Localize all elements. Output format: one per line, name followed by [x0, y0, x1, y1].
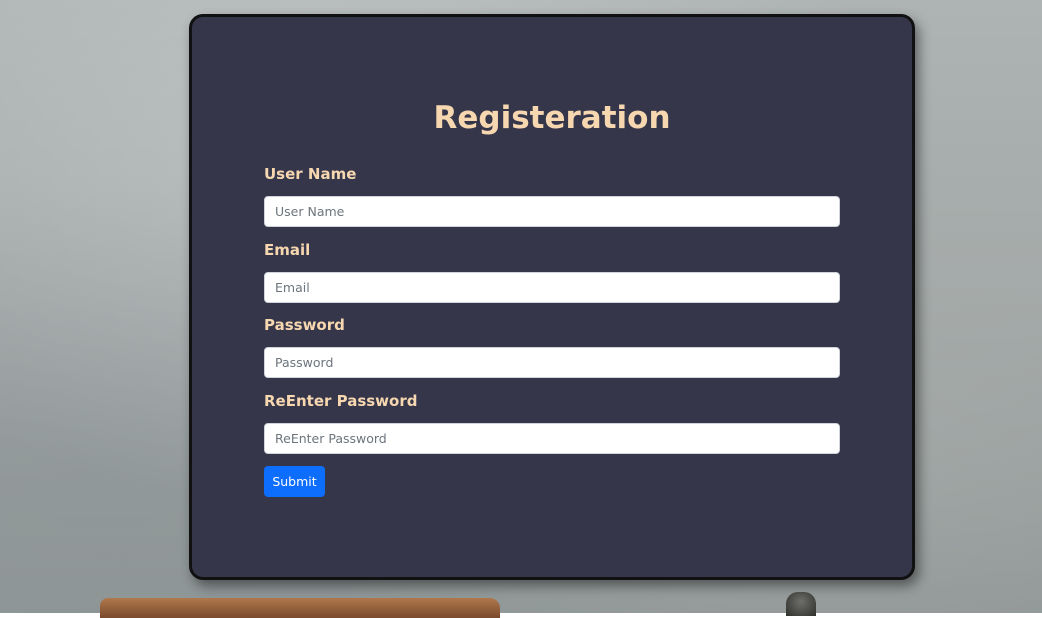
- email-label: Email: [264, 241, 310, 259]
- username-input[interactable]: [264, 196, 840, 227]
- password-input[interactable]: [264, 347, 840, 378]
- reenter-password-label: ReEnter Password: [264, 392, 417, 410]
- username-label: User Name: [264, 165, 356, 183]
- background-object: [786, 592, 816, 616]
- page-title: Registeration: [192, 100, 912, 136]
- reenter-password-input[interactable]: [264, 423, 840, 454]
- submit-button[interactable]: Submit: [264, 466, 325, 497]
- registration-card: Registeration User Name Email Password R…: [189, 14, 915, 580]
- email-input[interactable]: [264, 272, 840, 303]
- background-plank: [100, 598, 500, 618]
- password-label: Password: [264, 316, 345, 334]
